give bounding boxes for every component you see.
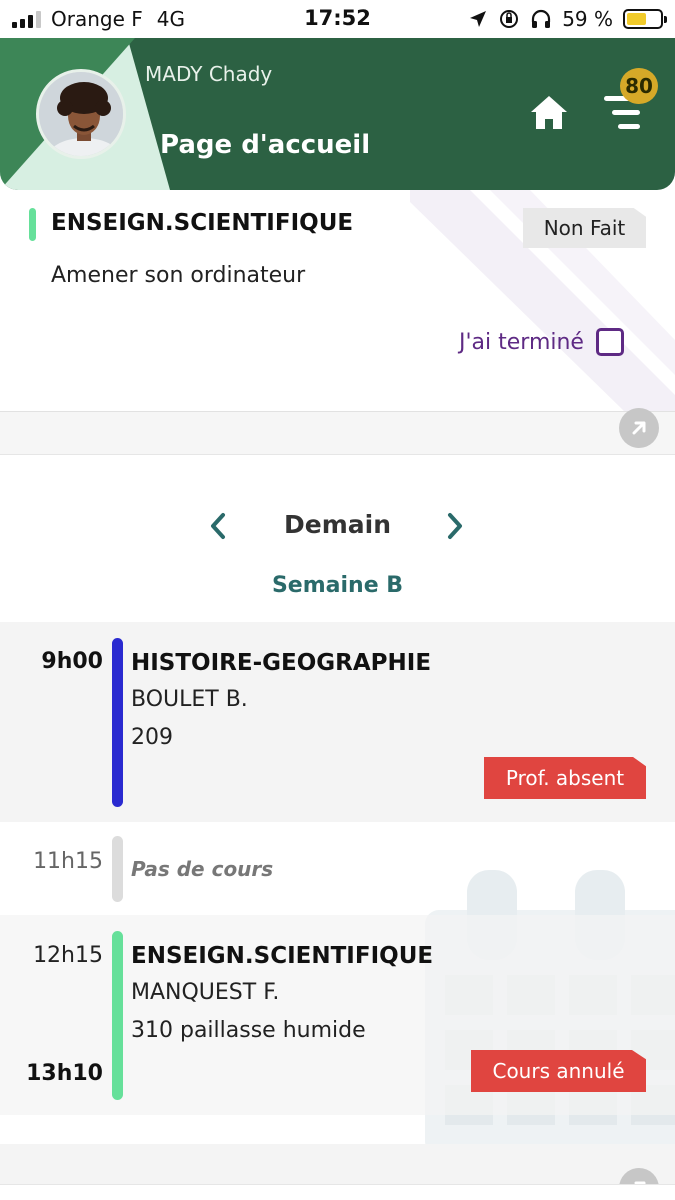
lesson-status-tag: Prof. absent xyxy=(484,757,646,799)
lesson-room: 310 paillasse humide xyxy=(131,1018,366,1043)
free-slot-label: Pas de cours xyxy=(131,857,274,881)
lesson-subject: HISTOIRE-GEOGRAPHIE xyxy=(131,650,432,676)
section-separator xyxy=(0,1144,675,1200)
next-day-button[interactable] xyxy=(442,510,468,542)
lesson-start-time: 9h00 xyxy=(41,649,103,674)
lesson-end-time: 13h10 xyxy=(26,1061,103,1086)
expand-arrow-icon[interactable] xyxy=(619,408,659,448)
schedule-week-label: Semaine B xyxy=(271,573,404,598)
homework-done-checkbox[interactable] xyxy=(595,328,624,356)
lesson-row[interactable]: 12h15 13h10 ENSEIGN.SCIENTIFIQUE MANQUES… xyxy=(0,915,675,1115)
homework-card: ENSEIGN.SCIENTIFIQUE Non Fait Amener son… xyxy=(0,190,675,412)
lesson-teacher: MANQUEST F. xyxy=(131,980,280,1005)
location-arrow-icon xyxy=(470,11,487,27)
lesson-start-time: 12h15 xyxy=(33,943,103,968)
section-separator xyxy=(0,408,675,454)
schedule-card: Demain Semaine B 9h00 HISTOIRE-GEOGRAPHI… xyxy=(0,454,675,1144)
battery-percent: 59 % xyxy=(562,7,613,31)
homework-done-label: J'ai terminé xyxy=(459,329,584,355)
lesson-subject: ENSEIGN.SCIENTIFIQUE xyxy=(131,943,434,969)
page-title: Page d'accueil xyxy=(160,130,371,160)
free-slot-bar xyxy=(112,836,123,902)
subject-color-bar xyxy=(29,208,36,241)
avatar[interactable] xyxy=(36,69,126,159)
home-icon xyxy=(531,96,567,129)
homework-done-toggle[interactable]: J'ai terminé xyxy=(459,328,624,356)
lesson-color-bar xyxy=(112,931,123,1100)
arrow-up-right-icon xyxy=(632,421,646,435)
battery-icon xyxy=(623,9,667,29)
status-bar: Orange F 4G 17:52 59 % xyxy=(0,0,675,38)
homework-description: Amener son ordinateur xyxy=(51,263,306,288)
schedule-day-label: Demain xyxy=(284,510,391,539)
free-slot-row: 11h15 Pas de cours xyxy=(0,822,675,915)
next-card-edge xyxy=(0,1184,675,1200)
notification-badge: 80 xyxy=(620,68,658,104)
lesson-status-tag: Cours annulé xyxy=(471,1050,646,1092)
home-button[interactable] xyxy=(528,93,570,133)
free-slot-time: 11h15 xyxy=(33,849,103,874)
homework-subject: ENSEIGN.SCIENTIFIQUE xyxy=(51,210,354,236)
lesson-room: 209 xyxy=(131,725,173,750)
user-name: MADY Chady xyxy=(145,62,273,86)
homework-status-badge: Non Fait xyxy=(523,208,646,248)
rotation-lock-icon xyxy=(500,10,519,28)
lesson-row[interactable]: 9h00 HISTOIRE-GEOGRAPHIE BOULET B. 209 P… xyxy=(0,622,675,822)
lesson-teacher: BOULET B. xyxy=(131,687,248,712)
lesson-color-bar xyxy=(112,638,123,807)
app-header: MADY Chady Page d'accueil 80 xyxy=(0,38,675,190)
chevron-right-icon xyxy=(448,513,462,539)
headphones-icon xyxy=(532,9,551,28)
